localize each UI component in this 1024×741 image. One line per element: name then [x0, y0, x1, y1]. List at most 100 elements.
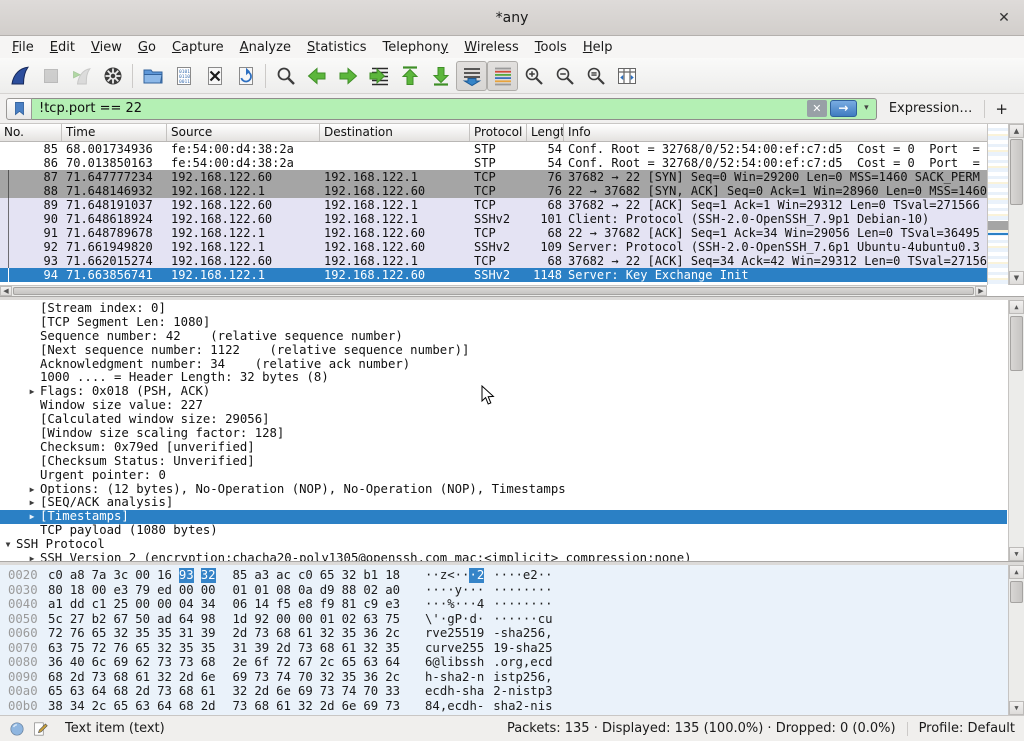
- menu-file[interactable]: File: [4, 38, 42, 57]
- hex-byte[interactable]: 18: [385, 568, 400, 583]
- hex-byte[interactable]: a8: [70, 568, 85, 583]
- scroll-thumb[interactable]: [1010, 316, 1023, 371]
- ascii-char[interactable]: v: [432, 626, 439, 641]
- ascii-char[interactable]: ·: [493, 612, 500, 627]
- ascii-char[interactable]: 2: [462, 641, 469, 656]
- hex-byte[interactable]: 00: [157, 597, 172, 612]
- ascii-char[interactable]: u: [545, 612, 552, 627]
- expert-info-icon[interactable]: [9, 721, 25, 737]
- ascii-char[interactable]: e: [523, 568, 530, 583]
- close-file-button[interactable]: [199, 61, 230, 91]
- hex-byte[interactable]: 69: [113, 655, 128, 670]
- column-header-destination[interactable]: Destination: [320, 124, 470, 141]
- detail-line[interactable]: Sequence number: 42 (relative sequence n…: [0, 330, 1007, 344]
- menu-wireless[interactable]: Wireless: [456, 38, 526, 57]
- ascii-char[interactable]: ·: [432, 568, 439, 583]
- hex-byte[interactable]: 36: [363, 670, 378, 685]
- ascii-char[interactable]: h: [447, 670, 454, 685]
- ascii-char[interactable]: ·: [493, 597, 500, 612]
- detail-line[interactable]: [TCP Segment Len: 1080]: [0, 316, 1007, 330]
- menu-statistics[interactable]: Statistics: [299, 38, 375, 57]
- hex-byte[interactable]: 6e: [276, 684, 291, 699]
- hex-byte[interactable]: 72: [276, 655, 291, 670]
- ascii-char[interactable]: o: [501, 655, 508, 670]
- go-forward-button[interactable]: [332, 61, 363, 91]
- ascii-char[interactable]: ': [432, 612, 439, 627]
- ascii-char[interactable]: g: [447, 612, 454, 627]
- hex-byte[interactable]: 76: [113, 641, 128, 656]
- ascii-char[interactable]: 5: [469, 641, 476, 656]
- column-header-length[interactable]: Length: [527, 124, 564, 141]
- hex-byte[interactable]: 68: [113, 670, 128, 685]
- hex-byte[interactable]: 40: [70, 655, 85, 670]
- filter-clear-button[interactable]: ✕: [807, 100, 827, 117]
- hex-byte[interactable]: 63: [363, 612, 378, 627]
- ascii-char[interactable]: a: [455, 670, 462, 685]
- ascii-char[interactable]: ·: [462, 568, 469, 583]
- hex-byte[interactable]: 2e: [233, 655, 248, 670]
- column-header-protocol[interactable]: Protocol: [470, 124, 527, 141]
- hex-byte[interactable]: 5c: [48, 612, 63, 627]
- ascii-char[interactable]: c: [455, 699, 462, 714]
- go-to-last-button[interactable]: [425, 61, 456, 91]
- ascii-char[interactable]: %: [447, 597, 454, 612]
- hex-byte[interactable]: 00: [298, 612, 313, 627]
- hex-byte[interactable]: 73: [233, 699, 248, 714]
- hex-byte[interactable]: 68: [179, 684, 194, 699]
- capture-comment-icon[interactable]: [32, 721, 48, 737]
- hex-byte[interactable]: 39: [254, 641, 269, 656]
- hex-byte[interactable]: ac: [276, 568, 291, 583]
- ascii-char[interactable]: ·: [493, 568, 500, 583]
- ascii-char[interactable]: ·: [477, 583, 484, 598]
- hex-byte[interactable]: 35: [135, 626, 150, 641]
- ascii-char[interactable]: s: [523, 684, 530, 699]
- hex-byte[interactable]: 00: [135, 597, 150, 612]
- hex-byte[interactable]: 32: [113, 626, 128, 641]
- ascii-char[interactable]: ·: [462, 583, 469, 598]
- packet-row-88[interactable]: 8871.648146932192.168.122.1192.168.122.6…: [0, 184, 987, 198]
- menu-tools[interactable]: Tools: [527, 38, 575, 57]
- hex-byte[interactable]: 70: [298, 670, 313, 685]
- ascii-char[interactable]: ·: [538, 568, 545, 583]
- hex-byte[interactable]: 32: [233, 684, 248, 699]
- detail-line[interactable]: ▶Options: (12 bytes), No-Operation (NOP)…: [0, 483, 1007, 497]
- ascii-char[interactable]: ·: [501, 612, 508, 627]
- hex-byte[interactable]: 74: [276, 670, 291, 685]
- ascii-char[interactable]: p: [538, 684, 545, 699]
- ascii-char[interactable]: d: [440, 684, 447, 699]
- hex-byte[interactable]: 67: [113, 612, 128, 627]
- hex-byte[interactable]: ad: [157, 612, 172, 627]
- detail-line[interactable]: [Next sequence number: 1122 (relative se…: [0, 344, 1007, 358]
- hex-byte[interactable]: 36: [48, 655, 63, 670]
- ascii-char[interactable]: v: [447, 641, 454, 656]
- hex-byte[interactable]: 6f: [254, 655, 269, 670]
- hex-byte[interactable]: 2d: [179, 670, 194, 685]
- hex-byte[interactable]: 35: [157, 626, 172, 641]
- ascii-char[interactable]: i: [447, 655, 454, 670]
- hex-byte[interactable]: c0: [298, 568, 313, 583]
- ascii-char[interactable]: <: [447, 568, 454, 583]
- go-back-button[interactable]: [301, 61, 332, 91]
- ascii-char[interactable]: e: [425, 684, 432, 699]
- ascii-char[interactable]: 4: [477, 597, 484, 612]
- hex-byte[interactable]: 32: [157, 641, 172, 656]
- ascii-char[interactable]: s: [501, 670, 508, 685]
- hex-byte[interactable]: 36: [363, 626, 378, 641]
- detail-line[interactable]: ▶Flags: 0x018 (PSH, ACK): [0, 385, 1007, 399]
- ascii-char[interactable]: @: [432, 655, 439, 670]
- hex-byte[interactable]: f9: [320, 597, 335, 612]
- hex-byte[interactable]: 80: [48, 583, 63, 598]
- ascii-char[interactable]: r: [440, 641, 447, 656]
- scroll-thumb[interactable]: [1010, 581, 1023, 603]
- ascii-char[interactable]: r: [508, 655, 515, 670]
- packet-row-87[interactable]: 8771.647777234192.168.122.60192.168.122.…: [0, 170, 987, 184]
- ascii-char[interactable]: ·: [515, 583, 522, 598]
- hex-byte[interactable]: 85: [233, 568, 248, 583]
- ascii-char[interactable]: ·: [545, 583, 552, 598]
- open-file-button[interactable]: [137, 61, 168, 91]
- hex-byte[interactable]: 02: [342, 612, 357, 627]
- ascii-char[interactable]: h: [447, 684, 454, 699]
- detail-line[interactable]: [Window size scaling factor: 128]: [0, 427, 1007, 441]
- hex-byte[interactable]: 63: [70, 684, 85, 699]
- scroll-thumb[interactable]: [1010, 139, 1023, 205]
